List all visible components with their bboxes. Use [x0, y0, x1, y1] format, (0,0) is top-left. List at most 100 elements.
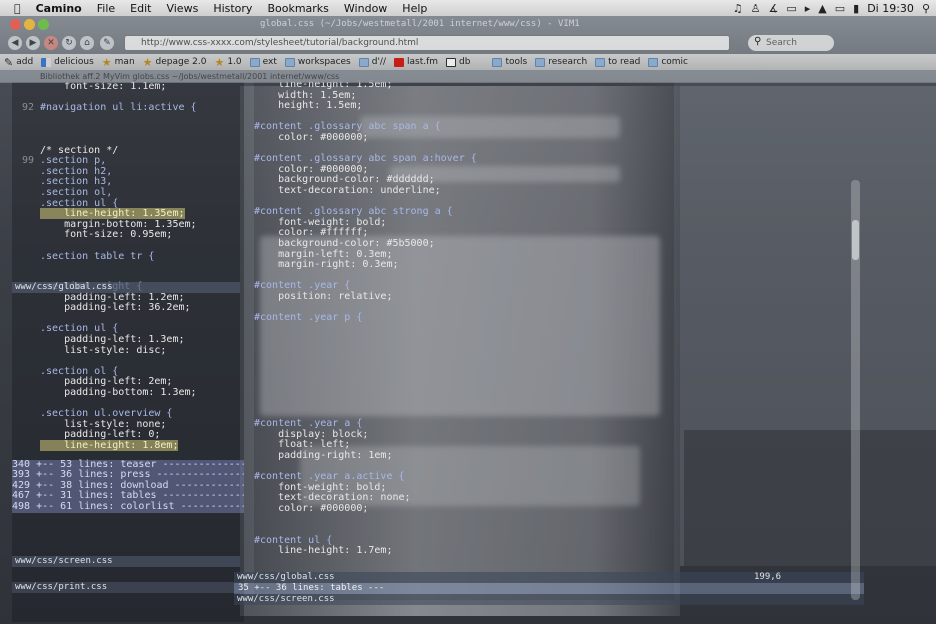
menu-history[interactable]: History [213, 2, 252, 15]
code-text: font-size: 1.1em; [40, 82, 167, 92]
bookmark-man[interactable]: ★ man [102, 56, 135, 69]
lock-icon[interactable]: ▭ [786, 2, 796, 15]
code-text: list-style: none; [40, 418, 167, 430]
stop-button[interactable]: ✕ [44, 36, 58, 50]
code-text: .section h2, [40, 165, 113, 177]
wifi-icon[interactable]: ▲ [818, 2, 826, 15]
code-text: #navigation ul li:active { [40, 102, 197, 114]
bookmark-folder-research[interactable]: research [535, 57, 587, 67]
reload-button[interactable]: ↻ [62, 36, 76, 50]
bookmark-db[interactable]: db [446, 57, 470, 67]
code-text: padding-left: 1.2em; [40, 291, 185, 303]
window-minimize-button[interactable] [24, 19, 35, 30]
code-line: line-height: 1.8em; [12, 440, 244, 452]
code-text: line-height: 1.35em; [40, 208, 185, 220]
dark-region-ghost [684, 430, 936, 570]
bookmark-folder-ext[interactable]: ext [249, 57, 277, 67]
pencil-icon: ✎ [4, 55, 14, 69]
folder-icon [358, 57, 369, 67]
code-text: .section ol, [40, 186, 113, 198]
bookmark-lastfm[interactable]: last.fm [394, 57, 438, 67]
menubar-clock[interactable]: Di 19:30 [867, 2, 914, 15]
menu-file[interactable]: File [97, 2, 115, 15]
code-line: background-color: #5b5000; [254, 237, 435, 249]
code-text: .section ol { [40, 365, 119, 377]
code-line: 92 #navigation ul li:active { [12, 102, 244, 114]
status-line-screen: www/css/screen.css [12, 556, 240, 567]
user-figure-icon[interactable]: ♙ [751, 2, 761, 15]
folder-icon [249, 57, 260, 67]
fold-line[interactable]: 498 +-- 61 lines: colorlist ------------ [12, 501, 244, 513]
bookmark-depage-2[interactable]: ★ depage 2.0 [143, 56, 207, 69]
home-button[interactable]: ⌂ [80, 36, 94, 50]
window-zoom-button[interactable] [38, 19, 49, 30]
volume-icon[interactable]: ▸ [805, 2, 811, 15]
line-number: 92 [21, 102, 34, 114]
bookmark-folder-comic[interactable]: comic [648, 57, 688, 67]
menu-window[interactable]: Window [344, 2, 387, 15]
status-line-middle-screen: www/css/screen.css [234, 594, 864, 605]
status-line-middle: www/css/global.css 199,6 [234, 572, 864, 583]
vim-tab-bar-ghost: Bibliothek aff.2 MyVim globs.css ~/Jobs/… [0, 70, 936, 83]
cursor-position: 199,6 [754, 572, 782, 582]
star-icon: ★ [214, 55, 225, 69]
code-text: .section p, [40, 155, 107, 167]
back-button[interactable]: ◀ [8, 36, 22, 50]
folder-icon [648, 57, 659, 67]
bookmarks-bar: ✎ add delicious ★ man ★ depage 2.0 ★ 1.0 ext… [0, 54, 936, 70]
bluetooth-icon[interactable]: ∡ [768, 2, 778, 15]
vertical-scrollbar[interactable] [851, 180, 860, 600]
code-text: .section ul.overview { [40, 408, 173, 420]
bookmark-add[interactable]: ✎ add [4, 56, 33, 69]
menu-help[interactable]: Help [402, 2, 427, 15]
folder-icon [535, 57, 546, 67]
address-bar[interactable]: http://www.css-xxxx.com/stylesheet/tutor… [124, 35, 730, 51]
status-line-global: www/css/global.css [12, 282, 240, 293]
bookmark-depage-1[interactable]: ★ 1.0 [214, 56, 241, 69]
middle-vim-pane[interactable]: line-height: 1.5em; width: 1.5em; height… [254, 80, 674, 600]
left-vim-pane[interactable]: font-size: 1.1em; 92 #navigation ul li:act… [12, 82, 244, 622]
desktop-screen:  Camino File Edit Views History Bookmar… [0, 0, 936, 624]
code-line: line-height: 1.7em; [254, 545, 393, 557]
bookmark-folder-tools[interactable]: tools [492, 57, 527, 67]
folder-icon [492, 57, 503, 67]
display-icon[interactable]: ▭ [835, 2, 845, 15]
folder-icon [595, 57, 606, 67]
bookmark-folder-workspaces[interactable]: workspaces [284, 57, 351, 67]
code-line: font-size: 0.95em; [12, 230, 244, 241]
spotlight-search-icon[interactable]: ⚲ [922, 2, 930, 15]
menu-views[interactable]: Views [166, 2, 198, 15]
menu-bookmarks[interactable]: Bookmarks [267, 2, 328, 15]
folder-icon [284, 57, 295, 67]
battery-icon[interactable]: ▮ [853, 2, 859, 15]
code-text: padding-left: 36.2em; [40, 302, 191, 314]
line-number: 99 [21, 155, 34, 167]
bookmark-delicious[interactable]: delicious [41, 57, 94, 67]
left-vim-folds: 340 +-- 53 lines: teaser ---------------… [12, 459, 244, 513]
bookmark-folder-to-read[interactable]: to read [595, 57, 640, 67]
menu-app-name[interactable]: Camino [36, 2, 82, 15]
code-text: list-style: disc; [40, 344, 167, 356]
left-vim-bottom-lines: .section .right { padding-left: 1.2em; p… [12, 281, 244, 452]
bookmark-folder-d[interactable]: d'// [358, 57, 386, 67]
forward-button[interactable]: ▶ [26, 36, 40, 50]
url-text: http://www.css-xxxx.com/stylesheet/tutor… [141, 38, 419, 48]
code-text: .section ul { [40, 323, 119, 335]
code-text: font-size: 0.95em; [40, 229, 173, 241]
status-line-print: www/css/print.css [12, 582, 240, 593]
scrollbar-thumb[interactable] [852, 220, 859, 260]
lastfm-icon [394, 57, 405, 67]
fold-command-line: 35 +-- 36 lines: tables --- [234, 583, 864, 594]
code-line: padding-bottom: 1.3em; [12, 387, 244, 399]
music-note-icon[interactable]: ♫ [733, 2, 743, 15]
menu-edit[interactable]: Edit [130, 2, 151, 15]
code-text: padding-bottom: 1.3em; [40, 387, 197, 399]
code-text: padding-left: 2em; [40, 376, 173, 388]
search-placeholder: Search [766, 38, 797, 48]
apple-icon[interactable]:  [14, 2, 21, 15]
bookmark-menu-icon[interactable]: ✎ [100, 36, 114, 50]
window-close-button[interactable] [10, 19, 21, 30]
